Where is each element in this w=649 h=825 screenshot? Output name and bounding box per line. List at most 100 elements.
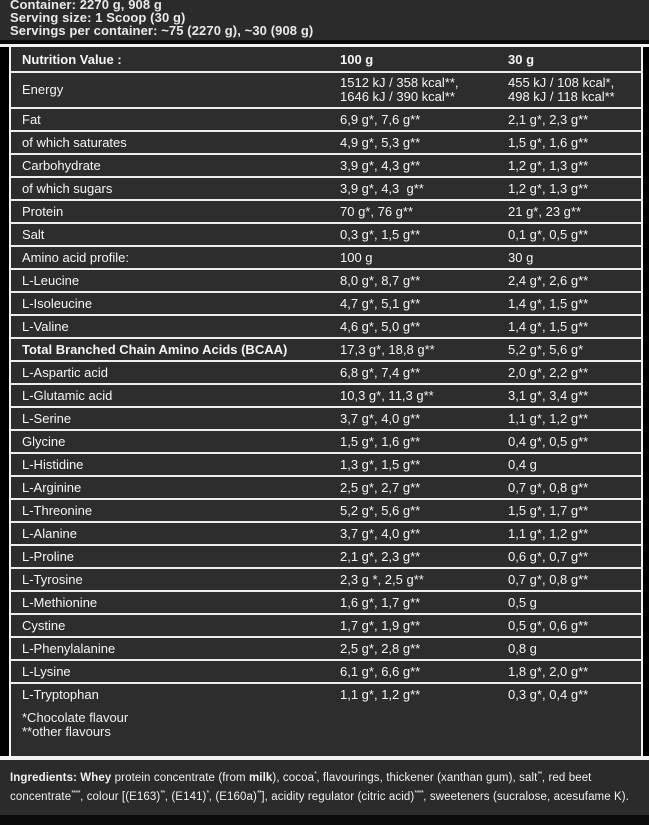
value-100g: 2,5 g*, 2,7 g** — [340, 480, 508, 495]
value-100g: 6,8 g*, 7,4 g** — [340, 365, 508, 380]
row-label: Energy — [22, 80, 340, 100]
row-label: Amino acid profile: — [22, 250, 340, 265]
table-row: Protein70 g*, 76 g**21 g*, 23 g** — [11, 201, 641, 224]
table-row: L-Alanine3,7 g*, 4,0 g**1,1 g*, 1,2 g** — [11, 523, 641, 546]
table-row: L-Histidine1,3 g*, 1,5 g**0,4 g — [11, 454, 641, 477]
row-label: of which saturates — [22, 135, 340, 150]
value-30g: 0,8 g — [508, 641, 641, 656]
value-100g: 70 g*, 76 g** — [340, 204, 508, 219]
value-100g: 2,3 g *, 2,5 g** — [340, 572, 508, 587]
header-nutrition-value: Nutrition Value : — [22, 52, 340, 67]
value-30g: 21 g*, 23 g** — [508, 204, 641, 219]
row-label: L-Methionine — [22, 595, 340, 610]
value-100g: 2,1 g*, 2,3 g** — [340, 549, 508, 564]
table-row: Amino acid profile:100 g30 g — [11, 247, 641, 270]
table-row: of which sugars3,9 g*, 4,3 g**1,2 g*, 1,… — [11, 178, 641, 201]
value-30g: 1,1 g*, 1,2 g** — [508, 411, 641, 426]
table-row: L-Aspartic acid6,8 g*, 7,4 g**2,0 g*, 2,… — [11, 362, 641, 385]
value-30g: 1,2 g*, 1,3 g** — [508, 181, 641, 196]
row-label: L-Threonine — [22, 503, 340, 518]
table-row: Glycine1,5 g*, 1,6 g**0,4 g*, 0,5 g** — [11, 431, 641, 454]
value-30g: 0,7 g*, 0,8 g** — [508, 480, 641, 495]
table-row: L-Proline2,1 g*, 2,3 g**0,6 g*, 0,7 g** — [11, 546, 641, 569]
value-30g: 1,2 g*, 1,3 g** — [508, 158, 641, 173]
value-100g: 5,2 g*, 5,6 g** — [340, 503, 508, 518]
table-row: Fat6,9 g*, 7,6 g**2,1 g*, 2,3 g** — [11, 109, 641, 132]
table-row: L-Leucine8,0 g*, 8,7 g**2,4 g*, 2,6 g** — [11, 270, 641, 293]
row-label: L-Isoleucine — [22, 296, 340, 311]
servings-per-container-line: Servings per container: ~75 (2270 g), ~3… — [10, 24, 649, 37]
value-100g: 3,9 g*, 4,3 g** — [340, 158, 508, 173]
table-row: Cystine1,7 g*, 1,9 g**0,5 g*, 0,6 g** — [11, 615, 641, 638]
row-label: Fat — [22, 112, 340, 127]
nutrition-panel-wrap: Nutrition Value : 100 g 30 g Energy1512 … — [0, 47, 649, 756]
table-row: L-Tyrosine2,3 g *, 2,5 g**0,7 g*, 0,8 g*… — [11, 569, 641, 592]
row-label: L-Proline — [22, 549, 340, 564]
value-30g: 1,1 g*, 1,2 g** — [508, 526, 641, 541]
value-30g: 455 kJ / 108 kcal*,498 kJ / 118 kcal** — [508, 73, 641, 107]
bottom-strip — [0, 815, 649, 825]
container-info-band: Container: 2270 g, 908 g Serving size: 1… — [0, 0, 649, 40]
value-30g: 0,5 g*, 0,6 g** — [508, 618, 641, 633]
table-row: L-Phenylalanine2,5 g*, 2,8 g**0,8 g — [11, 638, 641, 661]
row-label: L-Glutamic acid — [22, 388, 340, 403]
row-label: L-Valine — [22, 319, 340, 334]
row-label: L-Aspartic acid — [22, 365, 340, 380]
value-30g: 0,4 g — [508, 457, 641, 472]
value-100g: 6,9 g*, 7,6 g** — [340, 112, 508, 127]
row-label: Glycine — [22, 434, 340, 449]
header-100g: 100 g — [340, 52, 508, 67]
table-header-row: Nutrition Value : 100 g 30 g — [11, 47, 641, 73]
table-body: Energy1512 kJ / 358 kcal**,1646 kJ / 390… — [11, 73, 641, 705]
table-row: of which saturates4,9 g*, 5,3 g**1,5 g*,… — [11, 132, 641, 155]
value-30g: 0,3 g*, 0,4 g** — [508, 687, 641, 702]
value-100g: 1,3 g*, 1,5 g** — [340, 457, 508, 472]
value-30g: 3,1 g*, 3,4 g** — [508, 388, 641, 403]
row-label: L-Phenylalanine — [22, 641, 340, 656]
table-row: L-Tryptophan1,1 g*, 1,2 g**0,3 g*, 0,4 g… — [11, 684, 641, 705]
row-label: Salt — [22, 227, 340, 242]
row-label: L-Histidine — [22, 457, 340, 472]
table-row: Salt0,3 g*, 1,5 g**0,1 g*, 0,5 g** — [11, 224, 641, 247]
value-100g: 4,9 g*, 5,3 g** — [340, 135, 508, 150]
value-100g: 3,9 g*, 4,3 g** — [340, 181, 508, 196]
table-row: L-Methionine1,6 g*, 1,7 g**0,5 g — [11, 592, 641, 615]
table-row: L-Glutamic acid10,3 g*, 11,3 g**3,1 g*, … — [11, 385, 641, 408]
table-row: Total Branched Chain Amino Acids (BCAA)1… — [11, 339, 641, 362]
value-30g: 0,6 g*, 0,7 g** — [508, 549, 641, 564]
value-30g: 0,7 g*, 0,8 g** — [508, 572, 641, 587]
row-label: L-Arginine — [22, 480, 340, 495]
flavour-notes: *Chocolate flavour **other flavours — [11, 705, 641, 756]
row-label: L-Tyrosine — [22, 572, 340, 587]
value-100g: 100 g — [340, 250, 508, 265]
value-100g: 3,7 g*, 4,0 g** — [340, 411, 508, 426]
table-row: L-Valine4,6 g*, 5,0 g**1,4 g*, 1,5 g** — [11, 316, 641, 339]
value-100g: 1,7 g*, 1,9 g** — [340, 618, 508, 633]
value-100g: 17,3 g*, 18,8 g** — [340, 342, 508, 357]
value-100g: 1,5 g*, 1,6 g** — [340, 434, 508, 449]
value-30g: 0,4 g*, 0,5 g** — [508, 434, 641, 449]
value-30g: 1,5 g*, 1,7 g** — [508, 503, 641, 518]
value-30g: 1,4 g*, 1,5 g** — [508, 319, 641, 334]
row-label: Total Branched Chain Amino Acids (BCAA) — [22, 342, 340, 357]
value-100g: 4,6 g*, 5,0 g** — [340, 319, 508, 334]
value-100g: 1,1 g*, 1,2 g** — [340, 687, 508, 702]
value-30g: 30 g — [508, 250, 641, 265]
value-30g: 1,4 g*, 1,5 g** — [508, 296, 641, 311]
value-100g: 1512 kJ / 358 kcal**,1646 kJ / 390 kcal*… — [340, 73, 508, 107]
value-100g: 8,0 g*, 8,7 g** — [340, 273, 508, 288]
table-row: L-Isoleucine4,7 g*, 5,1 g**1,4 g*, 1,5 g… — [11, 293, 641, 316]
row-label: L-Alanine — [22, 526, 340, 541]
value-100g: 10,3 g*, 11,3 g** — [340, 388, 508, 403]
value-30g: 0,5 g — [508, 595, 641, 610]
value-30g: 1,5 g*, 1,6 g** — [508, 135, 641, 150]
row-label: Carbohydrate — [22, 158, 340, 173]
note-other-flavours: **other flavours — [22, 725, 641, 739]
value-30g: 2,1 g*, 2,3 g** — [508, 112, 641, 127]
header-30g: 30 g — [508, 52, 641, 67]
row-label: Cystine — [22, 618, 340, 633]
value-100g: 3,7 g*, 4,0 g** — [340, 526, 508, 541]
row-label: L-Leucine — [22, 273, 340, 288]
value-30g: 0,1 g*, 0,5 g** — [508, 227, 641, 242]
table-row: L-Threonine5,2 g*, 5,6 g**1,5 g*, 1,7 g*… — [11, 500, 641, 523]
